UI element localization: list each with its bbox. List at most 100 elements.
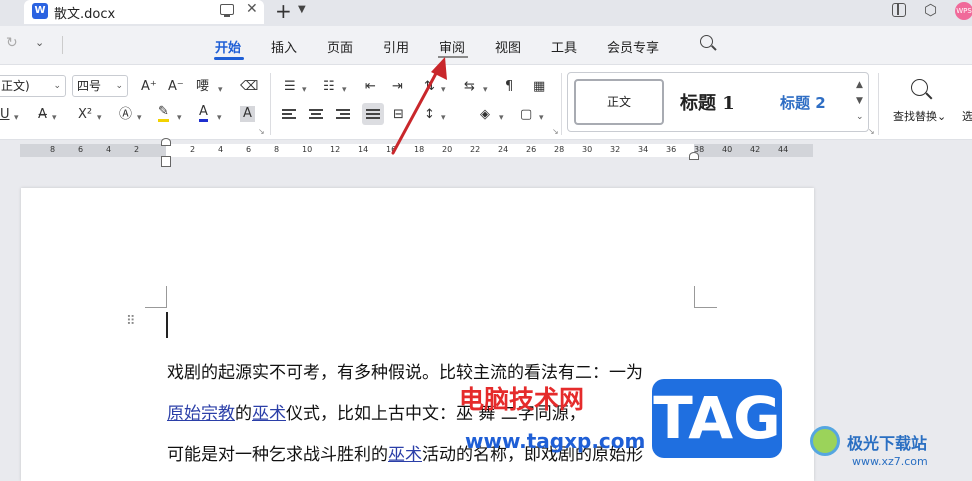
chevron-down-icon[interactable]: ▾ <box>52 110 57 126</box>
divider <box>62 36 63 54</box>
close-tab-icon[interactable]: ✕ <box>246 1 258 17</box>
tab-page[interactable]: 页面 <box>327 37 353 56</box>
ruler-tick-label: 30 <box>582 145 593 154</box>
chevron-down-icon[interactable]: ▾ <box>137 110 142 126</box>
chevron-down-icon[interactable]: ▾ <box>14 110 19 126</box>
chevron-down-icon[interactable]: ▾ <box>483 82 488 98</box>
wps-writer-icon: W <box>32 3 48 19</box>
grow-font-icon[interactable]: A⁺ <box>141 79 157 95</box>
tab-member[interactable]: 会员专享 <box>607 37 659 56</box>
bullet-list-icon[interactable]: ☰ <box>284 79 296 95</box>
align-center-icon[interactable] <box>309 109 323 121</box>
screen-icon[interactable] <box>220 4 234 17</box>
redo-icon[interactable]: ↻ <box>6 35 18 51</box>
tab-tools[interactable]: 工具 <box>551 37 577 56</box>
tab-review[interactable]: 审阅 <box>439 37 465 56</box>
tab-home[interactable]: 开始 <box>215 37 241 56</box>
text-direction-icon[interactable]: ⇆ <box>464 79 475 95</box>
dialog-launcher-icon[interactable]: ↘ <box>868 127 875 136</box>
superscript-icon[interactable]: X² <box>78 107 92 123</box>
line-spacing-icon[interactable]: ↕ <box>424 107 435 123</box>
tag-logo: TAG <box>652 379 782 458</box>
chevron-down-icon: ⌄ <box>937 110 947 123</box>
style-heading-1[interactable]: 标题 1 <box>680 89 735 115</box>
chevron-down-icon[interactable]: ▾ <box>97 110 102 126</box>
chevron-down-icon[interactable]: ▾ <box>539 110 544 126</box>
chevron-down-icon[interactable]: ▾ <box>441 82 446 98</box>
dialog-launcher-icon[interactable]: ↘ <box>552 127 559 136</box>
char-shading-icon[interactable]: A <box>240 106 255 122</box>
ruler-tick-label: 28 <box>554 145 565 154</box>
new-tab-icon[interactable]: + <box>275 0 292 23</box>
clear-format-icon[interactable]: ⌫ <box>240 79 258 95</box>
tab-view[interactable]: 视图 <box>495 37 521 56</box>
chevron-down-icon[interactable]: ▾ <box>302 82 307 98</box>
chevron-down-icon[interactable]: ▾ <box>177 110 182 126</box>
find-replace-icon[interactable] <box>911 79 928 96</box>
divider <box>561 73 562 135</box>
quick-access-dropdown-icon[interactable]: ⌄ <box>35 36 44 49</box>
hyperlink[interactable]: 巫术 <box>252 404 286 424</box>
align-left-icon[interactable] <box>282 109 296 121</box>
chevron-down-icon[interactable]: ▾ <box>499 110 504 126</box>
first-line-indent-marker[interactable] <box>161 138 171 146</box>
table-grid-icon[interactable]: ▦ <box>533 79 545 95</box>
font-name-value: 正文) <box>1 79 30 93</box>
drag-handle-icon[interactable]: ⠿ <box>126 315 135 328</box>
font-size-select[interactable]: 四号 ⌄ <box>72 75 128 97</box>
hyperlink[interactable]: 巫术 <box>388 445 422 465</box>
document-tab[interactable]: W 散文.docx ✕ <box>24 0 264 24</box>
dialog-launcher-icon[interactable]: ↘ <box>258 127 265 136</box>
ruler-tick-label: 12 <box>330 145 341 154</box>
sort-icon[interactable]: ⇅ <box>424 79 435 95</box>
chevron-down-icon[interactable]: ▾ <box>217 110 222 126</box>
find-replace-button[interactable]: 查找替换⌄ <box>893 108 946 124</box>
right-indent-marker[interactable] <box>689 152 699 160</box>
tab-insert[interactable]: 插入 <box>271 37 297 56</box>
increase-indent-icon[interactable]: ⇥ <box>392 79 403 95</box>
shrink-font-icon[interactable]: A⁻ <box>168 79 184 95</box>
text-run: 的 <box>235 404 252 424</box>
align-right-icon[interactable] <box>336 109 350 121</box>
show-marks-icon[interactable]: ¶ <box>505 79 513 95</box>
search-icon[interactable] <box>700 35 713 48</box>
left-indent-marker[interactable] <box>161 156 171 167</box>
numbered-list-icon[interactable]: ☷ <box>323 79 335 95</box>
underline-icon[interactable]: U <box>0 107 10 123</box>
select-button[interactable]: 选 <box>962 108 972 124</box>
tab-references[interactable]: 引用 <box>383 37 409 56</box>
text-run: 可能是对一种乞求战斗胜利的 <box>167 445 388 465</box>
hyperlink[interactable]: 原始宗教 <box>167 404 235 424</box>
text-effect-icon[interactable]: Ⓐ <box>119 107 132 123</box>
chevron-down-icon[interactable]: ▾ <box>218 82 223 98</box>
avatar[interactable]: WPS <box>955 2 972 20</box>
justify-icon <box>366 109 380 121</box>
ruler-tick-label: 6 <box>78 145 84 154</box>
ruler-tick-label: 20 <box>442 145 453 154</box>
decrease-indent-icon[interactable]: ⇤ <box>365 79 376 95</box>
chevron-down-icon[interactable]: ▾ <box>342 82 347 98</box>
ruler-tick-label: 8 <box>274 145 280 154</box>
distributed-icon[interactable]: ⊟ <box>393 107 404 123</box>
strikethrough-icon[interactable]: A̶ <box>38 107 47 123</box>
layout-icon[interactable] <box>892 3 906 17</box>
highlight-icon[interactable]: ✎ <box>158 105 169 122</box>
title-bar: W 散文.docx ✕ + ▼ ⬡ WPS <box>0 0 972 26</box>
style-normal[interactable]: 正文 <box>574 79 664 125</box>
font-color-icon[interactable]: A <box>199 105 208 122</box>
cube-icon[interactable]: ⬡ <box>924 1 937 19</box>
phonetic-guide-icon[interactable]: 喓 <box>196 79 209 95</box>
chevron-down-icon[interactable]: ▼ <box>298 4 306 15</box>
ruler-tick-label: 18 <box>414 145 425 154</box>
ruler-tick-label: 8 <box>50 145 56 154</box>
ruler-tick-label: 26 <box>526 145 537 154</box>
crop-mark <box>166 286 167 308</box>
ruler-tick-label: 16 <box>386 145 397 154</box>
shading-icon[interactable]: ◈ <box>480 107 490 123</box>
font-name-select[interactable]: 正文) ⌄ <box>0 75 66 97</box>
style-heading-2[interactable]: 标题 2 <box>780 92 826 113</box>
menu-bar: ↻ ⌄ 开始 插入 页面 引用 审阅 视图 工具 会员专享 <box>0 26 972 64</box>
chevron-down-icon[interactable]: ▾ <box>441 110 446 126</box>
borders-icon[interactable]: ▢ <box>520 107 532 123</box>
styles-scroll-icon[interactable]: ▲ ▼ ⌄ <box>856 77 864 125</box>
